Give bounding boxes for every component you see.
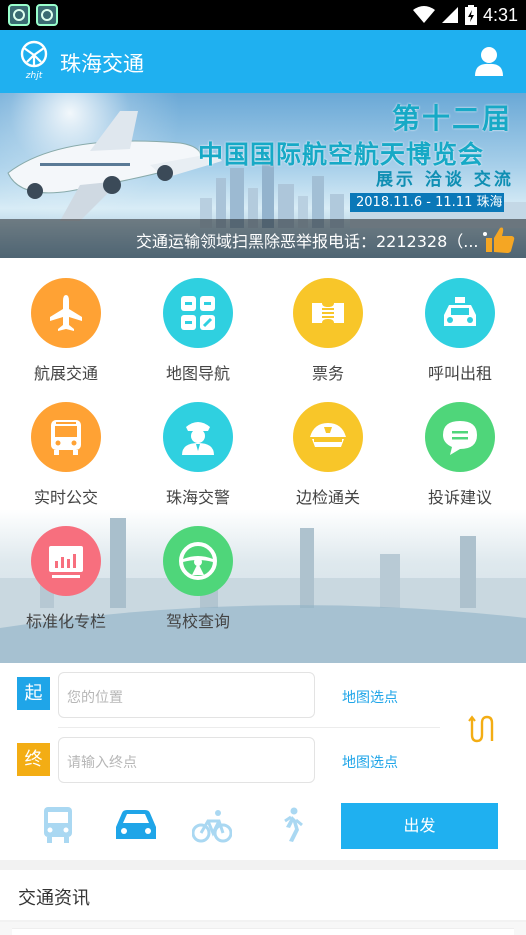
taxi-icon	[425, 278, 495, 348]
menu-call-taxi[interactable]: 呼叫出租	[400, 258, 520, 383]
police-icon	[163, 402, 233, 472]
menu-label: 呼叫出租	[427, 364, 492, 383]
chart-board-icon	[31, 526, 101, 596]
user-profile-icon[interactable]	[474, 45, 504, 77]
news-section-title: 交通资讯	[18, 888, 90, 909]
destination-input[interactable]: 请输入终点	[58, 737, 315, 783]
airplane-icon	[31, 278, 101, 348]
start-tag: 起	[17, 677, 50, 710]
airplane-image	[7, 111, 222, 221]
go-button[interactable]: 出发	[341, 803, 498, 849]
menu-label: 地图导航	[165, 364, 230, 383]
menu-label: 标准化专栏	[25, 612, 106, 631]
notice-marquee[interactable]: 交通运输领域扫黑除恶举报电话：2212328（...	[0, 219, 526, 258]
menu-driving-school[interactable]: 驾校查询	[138, 506, 258, 631]
steering-wheel-icon	[163, 526, 233, 596]
menu-tickets[interactable]: 票务	[268, 258, 388, 383]
menu-border-inspection[interactable]: 边检通关	[268, 382, 388, 507]
swap-route-icon[interactable]	[468, 715, 496, 743]
menu-airshow-traffic[interactable]: 航展交通	[6, 258, 126, 383]
menu-label: 实时公交	[33, 488, 98, 507]
app-header: zhjt 珠海交通	[0, 30, 526, 93]
menu-map-navigation[interactable]: 地图导航	[138, 258, 258, 383]
menu-complaints[interactable]: 投诉建议	[400, 382, 520, 507]
status-bar: 4:31	[0, 0, 526, 30]
menu-realtime-bus[interactable]: 实时公交	[6, 382, 126, 507]
ticket-icon	[293, 278, 363, 348]
start-map-pick-link[interactable]: 地图选点	[342, 687, 398, 707]
divider	[58, 727, 440, 728]
menu-label: 驾校查询	[165, 612, 230, 631]
app-title: 珠海交通	[60, 52, 144, 76]
battery-icon	[464, 5, 477, 25]
menu-label: 票务	[311, 364, 344, 383]
start-location-input[interactable]: 您的位置	[58, 672, 315, 718]
map-grid-icon	[163, 278, 233, 348]
wifi-icon	[412, 6, 435, 23]
signal-icon	[441, 7, 458, 23]
banner-date: 2018.11.6 - 11.11 珠海	[350, 193, 504, 212]
banner-title: 第十二届	[392, 102, 513, 135]
menu-traffic-police[interactable]: 珠海交警	[138, 382, 258, 507]
app-logo-icon: zhjt	[20, 40, 48, 80]
notification-app-icon	[36, 4, 58, 26]
service-grid: 航展交通 地图导航 票务 呼叫出租 实时公交 珠海交警 边检通关 投诉建议 标准…	[0, 258, 526, 663]
svg-text:zhjt: zhjt	[25, 71, 43, 80]
banner-tags: 展示 洽谈 交流	[376, 170, 514, 190]
end-map-pick-link[interactable]: 地图选点	[342, 752, 398, 772]
car-mode-icon[interactable]	[114, 807, 158, 843]
walk-mode-icon[interactable]	[272, 807, 312, 843]
bus-icon	[31, 402, 101, 472]
bicycle-mode-icon[interactable]	[192, 807, 232, 843]
menu-label: 边检通关	[295, 488, 360, 507]
chat-icon	[425, 402, 495, 472]
bus-mode-icon[interactable]	[38, 807, 78, 843]
route-planner: 起 您的位置 地图选点 终 请输入终点 地图选点 出发	[0, 663, 526, 860]
news-section: 交通资讯	[0, 870, 526, 920]
officer-cap-icon	[293, 402, 363, 472]
notification-app-icon	[8, 4, 30, 26]
notice-text: 交通运输领域扫黑除恶举报电话：2212328（...	[136, 232, 479, 251]
menu-standardization[interactable]: 标准化专栏	[6, 506, 126, 631]
news-list-top	[0, 922, 526, 935]
end-tag: 终	[17, 743, 50, 776]
menu-label: 航展交通	[33, 364, 98, 383]
thumbs-up-icon	[483, 227, 515, 253]
clock-time: 4:31	[482, 4, 518, 25]
menu-label: 投诉建议	[427, 488, 492, 507]
menu-label: 珠海交警	[165, 488, 230, 507]
